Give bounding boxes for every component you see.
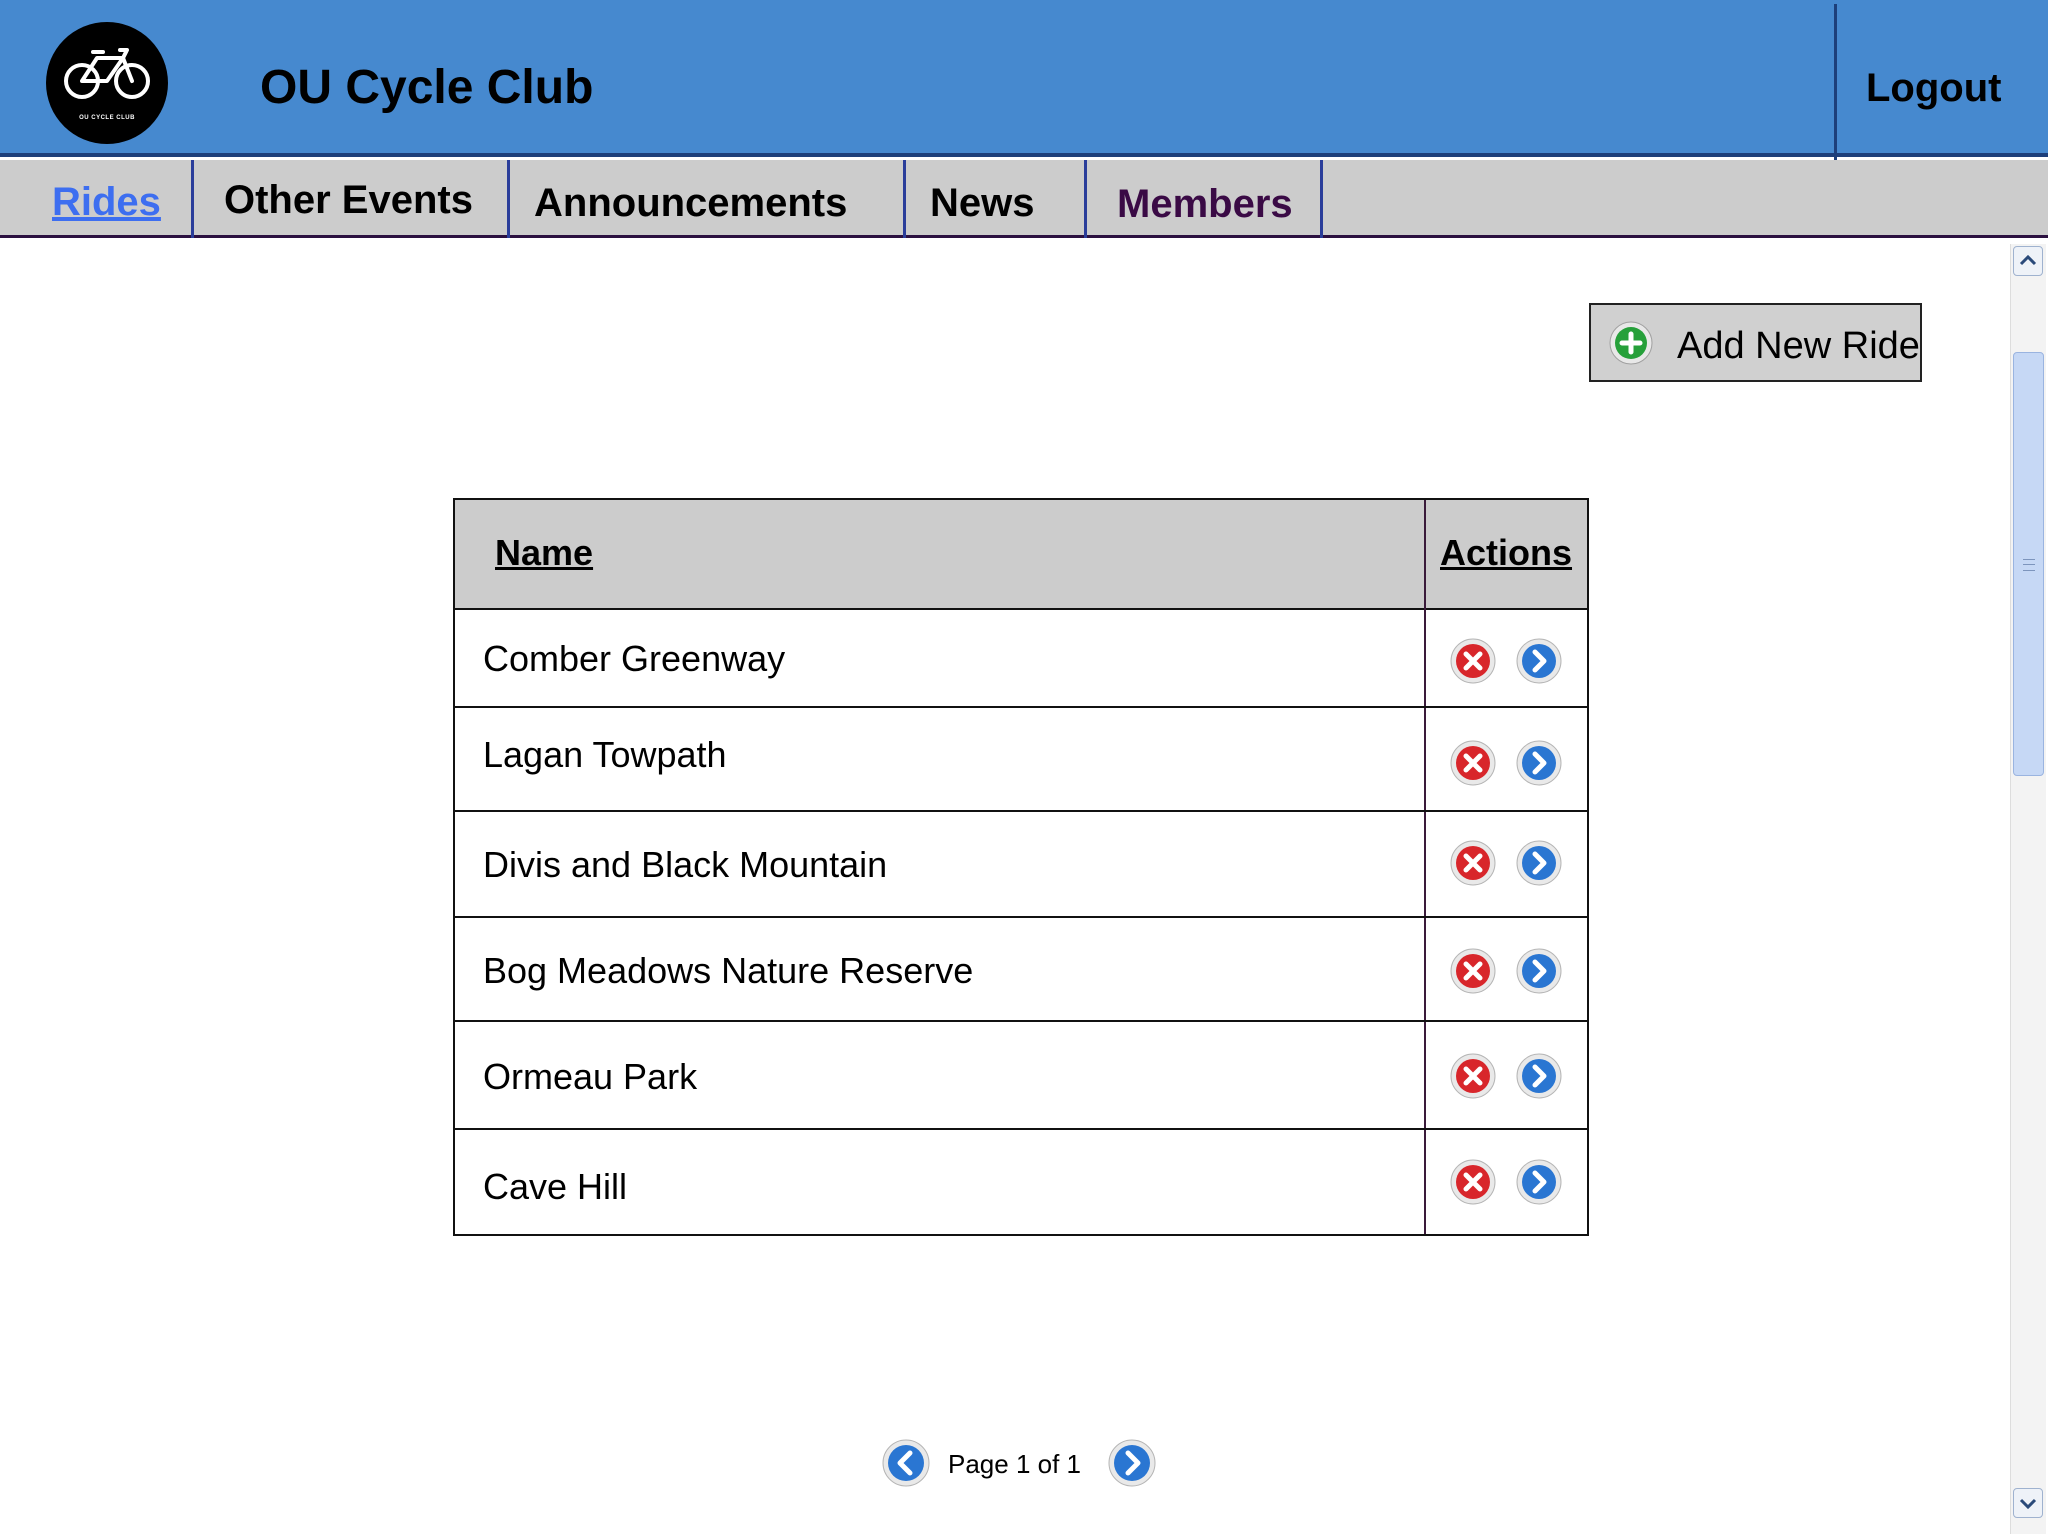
scroll-up-icon[interactable] bbox=[2013, 246, 2043, 276]
delete-icon[interactable] bbox=[1450, 948, 1496, 994]
tab-other-events[interactable]: Other Events bbox=[194, 160, 510, 238]
ride-name[interactable]: Divis and Black Mountain bbox=[483, 844, 887, 886]
open-icon[interactable] bbox=[1516, 638, 1562, 684]
add-new-ride-label: Add New Ride bbox=[1677, 325, 1920, 367]
page-indicator: Page 1 of 1 bbox=[948, 1449, 1081, 1479]
tab-members[interactable]: Members bbox=[1087, 160, 1323, 238]
table-row: Bog Meadows Nature Reserve bbox=[455, 918, 1587, 1022]
rides-table: Name Actions Comber Greenway Lagan Towpa… bbox=[453, 498, 1589, 1236]
tab-announcements-label: Announcements bbox=[534, 181, 848, 225]
logo-text: OU CYCLE CLUB bbox=[79, 115, 135, 121]
delete-icon[interactable] bbox=[1450, 1159, 1496, 1205]
app-header: OU CYCLE CLUB OU Cycle Club Logout bbox=[0, 0, 2048, 162]
vertical-scrollbar[interactable] bbox=[2010, 244, 2046, 1534]
tab-other-events-label: Other Events bbox=[224, 178, 473, 222]
delete-icon[interactable] bbox=[1450, 638, 1496, 684]
delete-icon[interactable] bbox=[1450, 840, 1496, 886]
scroll-down-icon[interactable] bbox=[2013, 1488, 2043, 1518]
tab-news-label: News bbox=[930, 181, 1035, 225]
tab-rides[interactable]: Rides bbox=[0, 160, 194, 238]
ride-name[interactable]: Ormeau Park bbox=[483, 1056, 697, 1098]
add-new-ride-button[interactable]: Add New Ride bbox=[1589, 303, 1922, 382]
scrollbar-grip-icon bbox=[2023, 559, 2035, 571]
column-header-actions: Actions bbox=[1440, 532, 1573, 573]
delete-icon[interactable] bbox=[1450, 1053, 1496, 1099]
bicycle-icon bbox=[64, 48, 150, 99]
open-icon[interactable] bbox=[1516, 840, 1562, 886]
scrollbar-thumb[interactable] bbox=[2013, 352, 2044, 776]
tab-news[interactable]: News bbox=[906, 160, 1087, 238]
open-icon[interactable] bbox=[1516, 1159, 1562, 1205]
ride-name[interactable]: Cave Hill bbox=[483, 1166, 627, 1208]
table-row: Divis and Black Mountain bbox=[455, 812, 1587, 918]
next-page-icon[interactable] bbox=[1108, 1439, 1156, 1487]
open-icon[interactable] bbox=[1516, 948, 1562, 994]
main-nav: Rides Other Events Announcements News Me… bbox=[0, 160, 2048, 238]
tab-announcements[interactable]: Announcements bbox=[510, 160, 906, 238]
delete-icon[interactable] bbox=[1450, 740, 1496, 786]
tab-rides-label: Rides bbox=[52, 180, 161, 224]
table-row: Cave Hill bbox=[455, 1130, 1587, 1234]
logout-button[interactable]: Logout bbox=[1866, 66, 2002, 111]
table-row: Lagan Towpath bbox=[455, 708, 1587, 812]
column-header-name[interactable]: Name bbox=[495, 532, 593, 574]
open-icon[interactable] bbox=[1516, 1053, 1562, 1099]
previous-page-icon[interactable] bbox=[882, 1439, 930, 1487]
ride-name[interactable]: Lagan Towpath bbox=[483, 734, 727, 776]
tab-members-label: Members bbox=[1117, 182, 1293, 226]
ride-name[interactable]: Bog Meadows Nature Reserve bbox=[483, 950, 973, 992]
header-divider bbox=[1834, 4, 1837, 162]
table-row: Comber Greenway bbox=[455, 610, 1587, 708]
table-header: Name Actions bbox=[455, 500, 1587, 610]
open-icon[interactable] bbox=[1516, 740, 1562, 786]
ride-name[interactable]: Comber Greenway bbox=[483, 638, 785, 680]
club-logo[interactable]: OU CYCLE CLUB bbox=[46, 22, 168, 144]
app-title: OU Cycle Club bbox=[260, 61, 594, 114]
plus-circle-icon bbox=[1609, 321, 1653, 365]
table-row: Ormeau Park bbox=[455, 1022, 1587, 1130]
